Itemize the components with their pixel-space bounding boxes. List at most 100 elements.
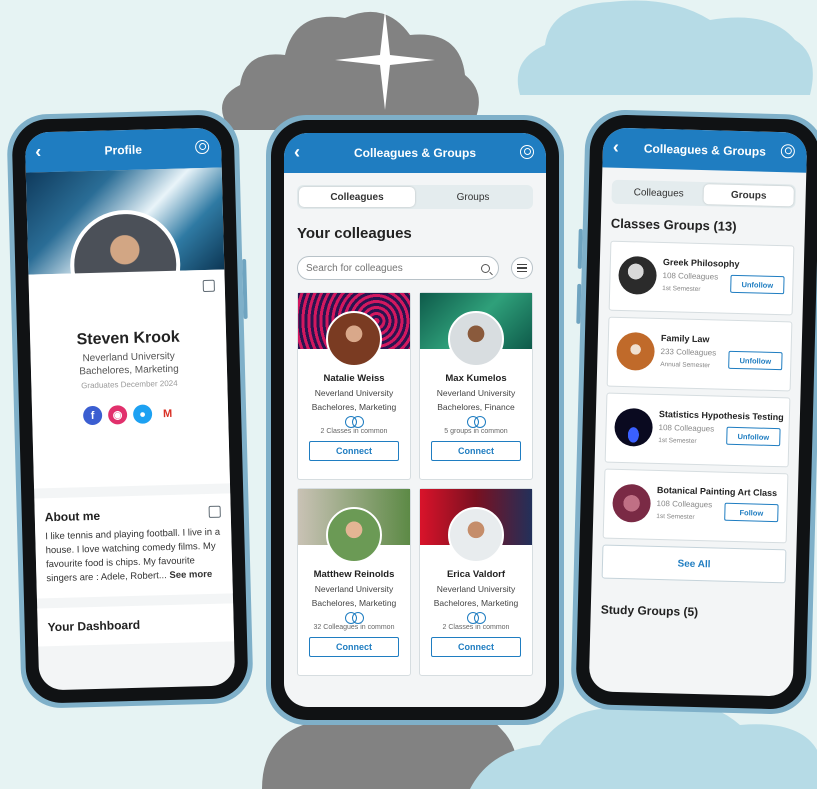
dashboard-section: Your Dashboard xyxy=(37,603,235,647)
see-all-button[interactable]: See All xyxy=(601,544,787,584)
header-title: Colleagues & Groups xyxy=(643,141,767,159)
class-thumbnail xyxy=(616,331,656,371)
common-count: 5 groups in common xyxy=(444,428,508,435)
colleagues-phone: ‹ Colleagues & Groups Colleagues Groups … xyxy=(266,115,564,725)
avatar xyxy=(448,311,504,367)
colleague-grid: Natalie Weiss Neverland University Bache… xyxy=(297,292,533,676)
common-icon xyxy=(345,416,364,428)
instagram-icon[interactable]: ◉ xyxy=(107,405,128,425)
class-item: Family Law 233 Colleagues Annual Semeste… xyxy=(606,316,793,392)
common-icon xyxy=(467,416,486,428)
class-thumbnail xyxy=(618,255,658,295)
about-section: About me I like tennis and playing footb… xyxy=(34,493,233,599)
filter-button[interactable] xyxy=(511,257,533,279)
social-links: f ◉ ● M xyxy=(32,402,228,426)
class-count: 108 Colleagues xyxy=(658,422,715,434)
connect-button[interactable]: Connect xyxy=(309,637,399,657)
tab-switcher: Colleagues Groups xyxy=(611,179,796,209)
section-title: Your colleagues xyxy=(297,225,412,242)
class-semester: 1st Semester xyxy=(662,285,701,294)
colleague-card: Natalie Weiss Neverland University Bache… xyxy=(297,292,411,480)
tab-switcher: Colleagues Groups xyxy=(297,185,533,209)
class-list: Greek Philosophy 108 Colleagues 1st Seme… xyxy=(602,240,795,544)
class-item: Botanical Painting Art Class 108 Colleag… xyxy=(602,468,789,544)
classes-groups-title: Classes Groups (13) xyxy=(610,215,737,234)
profile-card: Steven Krook Neverland University Bachel… xyxy=(28,269,230,489)
colleague-university: Neverland University xyxy=(436,388,516,398)
tab-colleagues[interactable]: Colleagues xyxy=(613,182,703,204)
profile-header: ‹ Profile xyxy=(24,127,222,173)
class-count: 108 Colleagues xyxy=(656,498,713,510)
colleague-name: Matthew Reinolds xyxy=(313,569,395,580)
phone-side-button xyxy=(577,228,583,269)
gmail-icon[interactable]: M xyxy=(157,403,178,424)
edit-icon[interactable] xyxy=(208,505,221,518)
class-name: Family Law xyxy=(660,333,710,345)
study-groups-title: Study Groups (5) xyxy=(600,602,699,620)
see-more-link[interactable]: See more xyxy=(169,569,212,581)
class-thumbnail xyxy=(612,483,652,523)
common-count: 2 Classes in common xyxy=(442,624,510,631)
colleague-degree: Bachelores, Finance xyxy=(437,402,515,412)
profile-name: Steven Krook xyxy=(76,328,180,349)
colleagues-header: ‹ Colleagues & Groups xyxy=(284,133,546,173)
class-name: Greek Philosophy xyxy=(662,257,740,270)
colleague-card: Max Kumelos Neverland University Bachelo… xyxy=(419,292,533,480)
search-input[interactable] xyxy=(306,262,481,274)
connect-button[interactable]: Connect xyxy=(431,637,521,657)
follow-button[interactable]: Follow xyxy=(724,502,779,523)
back-icon[interactable]: ‹ xyxy=(613,137,620,157)
colleague-name: Max Kumelos xyxy=(445,373,507,384)
common-icon xyxy=(467,612,486,624)
colleagues-screen: ‹ Colleagues & Groups Colleagues Groups … xyxy=(284,133,546,707)
settings-icon[interactable] xyxy=(780,144,796,159)
class-semester: 1st Semester xyxy=(656,512,695,521)
colleague-university: Neverland University xyxy=(436,584,516,594)
account-icon[interactable] xyxy=(194,139,210,155)
connect-button[interactable]: Connect xyxy=(431,441,521,461)
sparkle-icon xyxy=(335,10,435,110)
colleague-degree: Bachelores, Marketing xyxy=(311,598,397,608)
phone-side-button xyxy=(242,258,248,319)
groups-phone: ‹ Colleagues & Groups Colleagues Groups … xyxy=(570,108,817,716)
back-icon[interactable]: ‹ xyxy=(35,141,42,161)
about-title: About me xyxy=(44,508,101,525)
header-title: Colleagues & Groups xyxy=(353,146,477,160)
search-icon[interactable] xyxy=(481,263,490,273)
class-count: 233 Colleagues xyxy=(660,347,717,358)
colleague-degree: Bachelores, Marketing xyxy=(311,402,397,412)
tab-groups[interactable]: Groups xyxy=(703,184,794,207)
profile-degree: Bachelores, Marketing xyxy=(79,363,179,378)
unfollow-button[interactable]: Unfollow xyxy=(730,274,785,295)
colleague-card: Matthew Reinolds Neverland University Ba… xyxy=(297,488,411,676)
unfollow-button[interactable]: Unfollow xyxy=(726,426,781,447)
facebook-icon[interactable]: f xyxy=(82,405,103,426)
class-semester: Annual Semester xyxy=(660,360,711,370)
unfollow-button[interactable]: Unfollow xyxy=(728,350,783,371)
colleague-degree: Bachelores, Marketing xyxy=(433,598,519,608)
common-icon xyxy=(345,612,364,624)
class-name: Botanical Painting Art Class xyxy=(656,484,778,499)
blue-cloud-top-right xyxy=(517,0,813,95)
colleague-card: Erica Valdorf Neverland University Bache… xyxy=(419,488,533,676)
edit-icon[interactable] xyxy=(202,279,215,293)
class-name: Statistics Hypothesis Testing xyxy=(658,408,784,423)
back-icon[interactable]: ‹ xyxy=(294,143,300,161)
phone-side-button xyxy=(576,283,582,324)
header-title: Profile xyxy=(104,142,143,158)
search-box xyxy=(297,256,499,280)
colleague-university: Neverland University xyxy=(314,584,394,594)
tab-colleagues[interactable]: Colleagues xyxy=(299,187,415,207)
connect-button[interactable]: Connect xyxy=(309,441,399,461)
twitter-icon[interactable]: ● xyxy=(132,404,153,424)
avatar xyxy=(448,507,504,563)
avatar xyxy=(326,507,382,563)
profile-screen: ‹ Profile Steven Krook Neverland Univers… xyxy=(24,127,236,691)
about-text: I like tennis and playing football. I li… xyxy=(45,526,222,587)
groups-screen: ‹ Colleagues & Groups Colleagues Groups … xyxy=(588,127,808,697)
profile-banner xyxy=(25,167,225,322)
common-count: 2 Classes in common xyxy=(320,428,388,435)
account-icon[interactable] xyxy=(520,145,534,159)
class-thumbnail xyxy=(614,407,654,447)
tab-groups[interactable]: Groups xyxy=(415,187,531,207)
